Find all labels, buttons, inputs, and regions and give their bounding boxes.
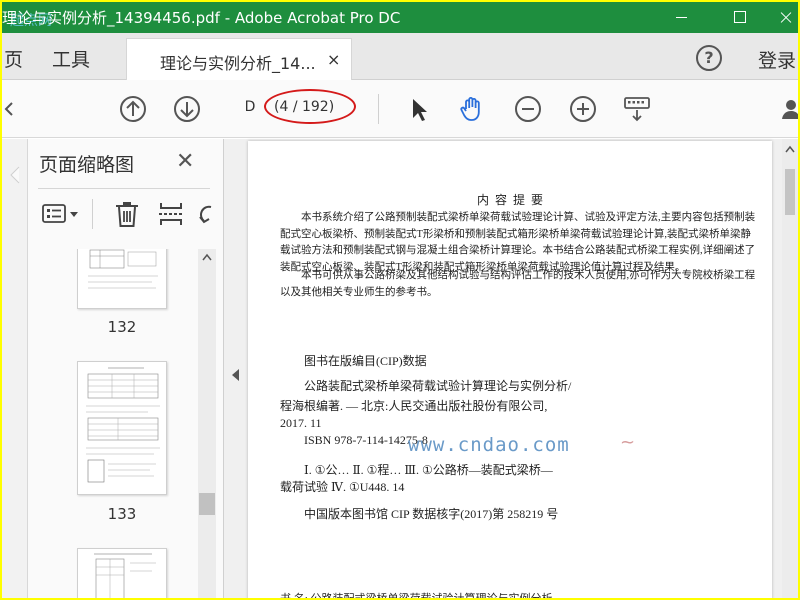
summary-paragraph: 本书可供从事公路桥梁及其他结构试验与结构评估工作的技术人员使用,亦可作为大专院校… — [280, 270, 756, 298]
select-cursor-icon[interactable] — [403, 94, 433, 124]
scroll-up-icon[interactable] — [784, 145, 796, 153]
page-heading: 内容提要 — [477, 193, 550, 207]
highlight-oval — [264, 89, 356, 124]
document-viewer: 内容提要 本书系统介绍了公路预制装配式梁桥单梁荷载试验理论计算、试验及评定方法,… — [224, 139, 798, 598]
page-thumbnail[interactable] — [77, 361, 167, 495]
panel-close-icon[interactable]: ✕ — [176, 149, 194, 174]
page-number-input[interactable]: D — [238, 99, 262, 119]
thumbnail-content — [86, 367, 160, 483]
book-info-line: 书 名: 公路装配式梁桥单梁荷载试验计算理论与实例分析 — [280, 590, 553, 598]
panel-title: 页面缩略图 — [39, 154, 135, 176]
cip-line: 载荷试验 Ⅳ. ①U448. 14 — [280, 480, 405, 494]
minimize-button[interactable] — [658, 2, 704, 33]
title-bar: 起点网 理论与实例分析_14394456.pdf - Adobe Acrobat… — [2, 2, 798, 33]
rotate-page-icon[interactable] — [198, 199, 212, 229]
watermark-logo: ~ — [620, 432, 636, 453]
cip-line: 公路装配式梁桥单梁荷载试验计算理论与实例分析/ — [304, 379, 572, 393]
cip-core-number: 中国版本图书馆 CIP 数据核字(2017)第 258219 号 — [304, 507, 559, 521]
left-nav-strip — [2, 139, 28, 598]
document-scrollbar[interactable] — [782, 139, 798, 598]
thumbnail-page-number: 133 — [107, 505, 137, 523]
app-window: 起点网 理论与实例分析_14394456.pdf - Adobe Acrobat… — [2, 2, 798, 598]
tab-close-icon[interactable]: × — [327, 50, 340, 69]
cip-heading: 图书在版编目(CIP)数据 — [304, 354, 427, 368]
help-icon[interactable]: ? — [696, 45, 722, 71]
insert-page-icon[interactable] — [156, 199, 186, 229]
hand-tool-icon[interactable] — [457, 94, 487, 124]
zoom-out-icon[interactable] — [513, 94, 543, 124]
cip-line: 程海根编著. — 北京:人民交通出版社股份有限公司, — [280, 399, 548, 413]
thumbnail-scrollbar[interactable] — [198, 249, 216, 598]
summary-paragraph: 本书系统介绍了公路预制装配式梁桥单梁荷载试验理论计算、试验及评定方法,主要内容包… — [280, 212, 756, 273]
thumbnail-content — [88, 249, 158, 289]
window-title: 理论与实例分析_14394456.pdf - Adobe Acrobat Pro… — [2, 9, 401, 27]
collapse-panel-icon[interactable] — [232, 369, 239, 381]
tab-home[interactable]: 页 — [4, 45, 23, 72]
tab-tools[interactable]: 工具 — [52, 45, 90, 72]
thumbnail-options-icon[interactable] — [41, 199, 83, 229]
user-icon[interactable] — [778, 94, 798, 124]
keyboard-icon[interactable] — [622, 94, 652, 124]
panel-divider — [38, 188, 210, 189]
toolbar-scroll-left-icon[interactable] — [2, 94, 16, 124]
page-thumbnail[interactable] — [77, 548, 167, 598]
panel-pointer-icon — [10, 166, 20, 184]
pdf-page: 内容提要 本书系统介绍了公路预制装配式梁桥单梁荷载试验理论计算、试验及评定方法,… — [248, 141, 772, 598]
thumbnail-content — [94, 553, 156, 598]
login-button[interactable]: 登录 — [758, 46, 796, 73]
maximize-button[interactable] — [716, 2, 762, 33]
thumbnail-scrollbar-thumb[interactable] — [199, 493, 215, 515]
cip-line: Ⅰ. ①公… Ⅱ. ①程… Ⅲ. ①公路桥—装配式梁桥— — [304, 463, 553, 477]
toolbar: D (4 / 192) — [2, 80, 798, 138]
scroll-up-icon[interactable] — [201, 253, 213, 261]
site-watermark: www.cndao.com — [408, 434, 570, 456]
thumbnail-page-number: 132 — [107, 318, 137, 336]
document-scrollbar-thumb[interactable] — [785, 169, 795, 215]
close-window-button[interactable] — [762, 2, 798, 33]
thumbnail-list: 132 133 — [28, 249, 224, 598]
zoom-in-icon[interactable] — [568, 94, 598, 124]
tab-document[interactable]: 理论与实例分析_14... × — [126, 38, 352, 80]
cip-line: 2017. 11 — [280, 416, 322, 430]
thumbnail-panel: 页面缩略图 ✕ 132 133 — [28, 139, 224, 598]
delete-page-icon[interactable] — [112, 199, 142, 229]
tab-bar: 页 工具 理论与实例分析_14... × ? 登录 — [2, 33, 798, 80]
tab-document-label: 理论与实例分析_14... — [160, 54, 316, 73]
panel-tool-divider — [92, 199, 93, 229]
next-page-icon[interactable] — [172, 94, 202, 124]
page-thumbnail[interactable] — [77, 249, 167, 309]
previous-page-icon[interactable] — [118, 94, 148, 124]
toolbar-divider — [378, 94, 379, 124]
